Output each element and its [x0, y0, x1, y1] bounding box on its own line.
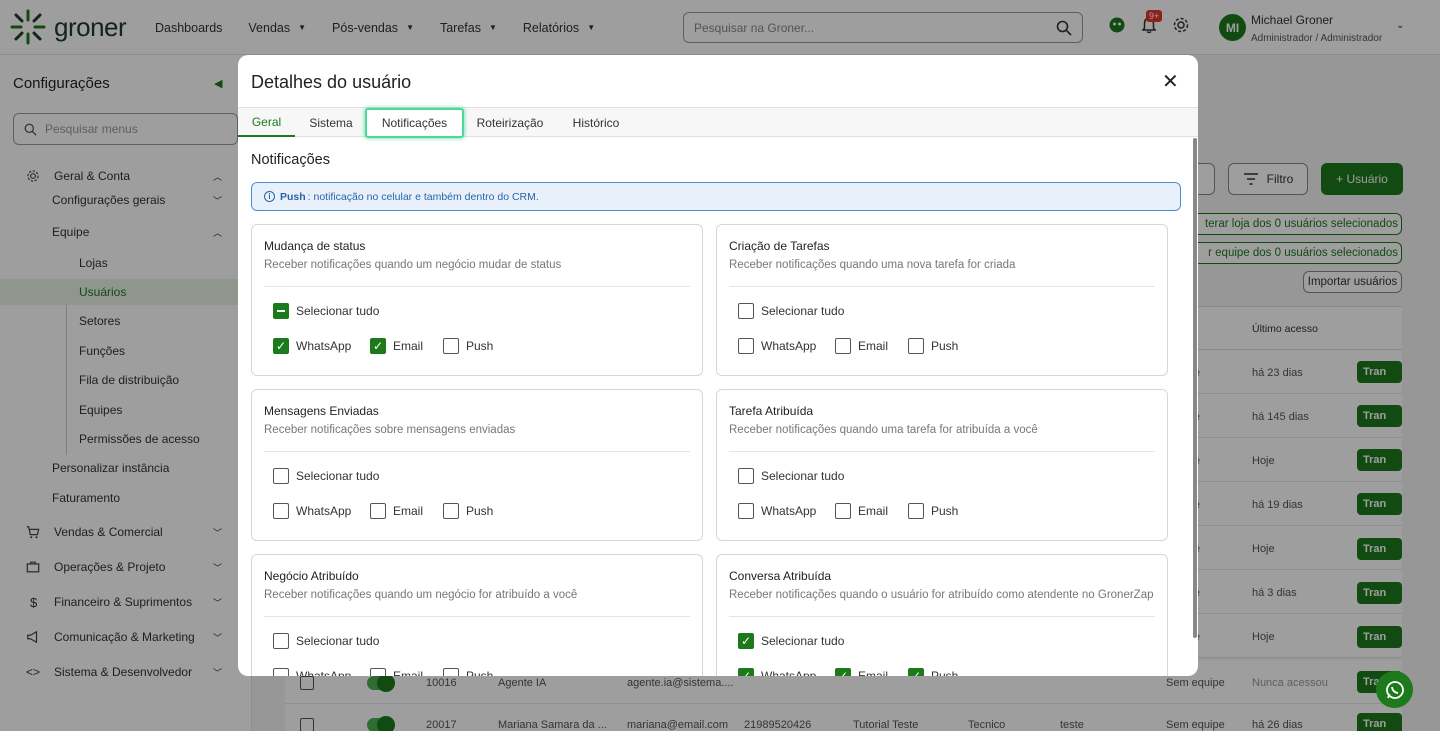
tab-roteirizacao[interactable]: Roteirização	[468, 108, 552, 137]
checkbox-checked-icon: ✓	[273, 338, 289, 354]
checkbox-empty-icon	[273, 668, 289, 676]
divider	[729, 286, 1155, 287]
info-icon: i	[264, 191, 275, 202]
modal-scrollbar[interactable]	[1193, 138, 1197, 638]
notif-card-conversa-atribuida: Conversa Atribuída Receber notificações …	[716, 554, 1168, 676]
divider	[264, 451, 690, 452]
email-checkbox[interactable]: Email	[835, 338, 888, 354]
tab-notificacoes[interactable]: Notificações	[365, 108, 464, 138]
push-info-alert: i Push : notificação no celular e também…	[251, 182, 1181, 211]
checkbox-empty-icon	[738, 303, 754, 319]
push-checkbox[interactable]: Push	[443, 668, 493, 676]
checkbox-empty-icon	[443, 503, 459, 519]
select-all-checkbox[interactable]: Selecionar tudo	[273, 633, 379, 649]
user-details-modal: Detalhes do usuário ✕ Geral Sistema Noti…	[238, 55, 1198, 676]
notifications-panel: Notificações i Push : notificação no cel…	[238, 138, 1198, 676]
tab-geral[interactable]: Geral	[238, 108, 295, 137]
notif-card-mudanca-status: Mudança de status Receber notificações q…	[251, 224, 703, 376]
select-all-checkbox[interactable]: Selecionar tudo	[273, 468, 379, 484]
notif-card-tarefa-atribuida: Tarefa Atribuída Receber notificações qu…	[716, 389, 1168, 541]
checkbox-empty-icon	[443, 338, 459, 354]
checkbox-checked-icon: ✓	[738, 633, 754, 649]
section-title: Notificações	[251, 152, 330, 168]
checkbox-empty-icon	[370, 668, 386, 676]
select-all-checkbox[interactable]: Selecionar tudo	[738, 303, 844, 319]
divider	[729, 616, 1155, 617]
checkbox-empty-icon	[738, 338, 754, 354]
checkbox-empty-icon	[908, 338, 924, 354]
whatsapp-checkbox[interactable]: WhatsApp	[273, 503, 351, 519]
whatsapp-chat-button[interactable]	[1376, 671, 1413, 708]
checkbox-empty-icon	[273, 633, 289, 649]
email-checkbox[interactable]: Email	[370, 668, 423, 676]
push-checkbox[interactable]: Push	[908, 338, 958, 354]
checkbox-empty-icon	[835, 503, 851, 519]
whatsapp-checkbox[interactable]: WhatsApp	[738, 503, 816, 519]
info-bold: Push	[280, 190, 306, 203]
notif-card-negocio-atribuido: Negócio Atribuído Receber notificações q…	[251, 554, 703, 676]
checkbox-empty-icon	[738, 468, 754, 484]
whatsapp-checkbox[interactable]: ✓ WhatsApp	[273, 338, 351, 354]
push-checkbox[interactable]: Push	[908, 503, 958, 519]
email-checkbox[interactable]: Email	[835, 503, 888, 519]
checkbox-empty-icon	[370, 503, 386, 519]
checkbox-empty-icon	[908, 503, 924, 519]
notif-card-mensagens-enviadas: Mensagens Enviadas Receber notificações …	[251, 389, 703, 541]
whatsapp-checkbox[interactable]: ✓ WhatsApp	[738, 668, 816, 676]
modal-title: Detalhes do usuário	[251, 72, 412, 92]
checkbox-checked-icon: ✓	[908, 668, 924, 676]
checkbox-empty-icon	[835, 338, 851, 354]
tab-sistema[interactable]: Sistema	[298, 108, 364, 137]
checkbox-empty-icon	[273, 503, 289, 519]
whatsapp-checkbox[interactable]: WhatsApp	[273, 668, 351, 676]
modal-tabs: Geral Sistema Notificações Roteirização …	[238, 107, 1198, 138]
divider	[729, 451, 1155, 452]
push-checkbox[interactable]: Push	[443, 503, 493, 519]
checkbox-checked-icon: ✓	[370, 338, 386, 354]
close-icon[interactable]: ✕	[1162, 69, 1179, 94]
email-checkbox[interactable]: Email	[370, 503, 423, 519]
push-checkbox[interactable]: ✓ Push	[908, 668, 958, 676]
push-checkbox[interactable]: Push	[443, 338, 493, 354]
checkbox-partial-icon	[273, 303, 289, 319]
whatsapp-icon	[1385, 680, 1404, 699]
checkbox-checked-icon: ✓	[835, 668, 851, 676]
divider	[264, 616, 690, 617]
select-all-checkbox[interactable]: Selecionar tudo	[273, 303, 379, 319]
checkbox-empty-icon	[443, 668, 459, 676]
select-all-checkbox[interactable]: ✓ Selecionar tudo	[738, 633, 844, 649]
notif-card-criacao-tarefas: Criação de Tarefas Receber notificações …	[716, 224, 1168, 376]
whatsapp-checkbox[interactable]: WhatsApp	[738, 338, 816, 354]
tab-historico[interactable]: Histórico	[558, 108, 634, 137]
divider	[264, 286, 690, 287]
checkbox-checked-icon: ✓	[738, 668, 754, 676]
select-all-checkbox[interactable]: Selecionar tudo	[738, 468, 844, 484]
checkbox-empty-icon	[738, 503, 754, 519]
info-text: : notificação no celular e também dentro…	[307, 190, 539, 203]
email-checkbox[interactable]: ✓ Email	[835, 668, 888, 676]
checkbox-empty-icon	[273, 468, 289, 484]
email-checkbox[interactable]: ✓ Email	[370, 338, 423, 354]
